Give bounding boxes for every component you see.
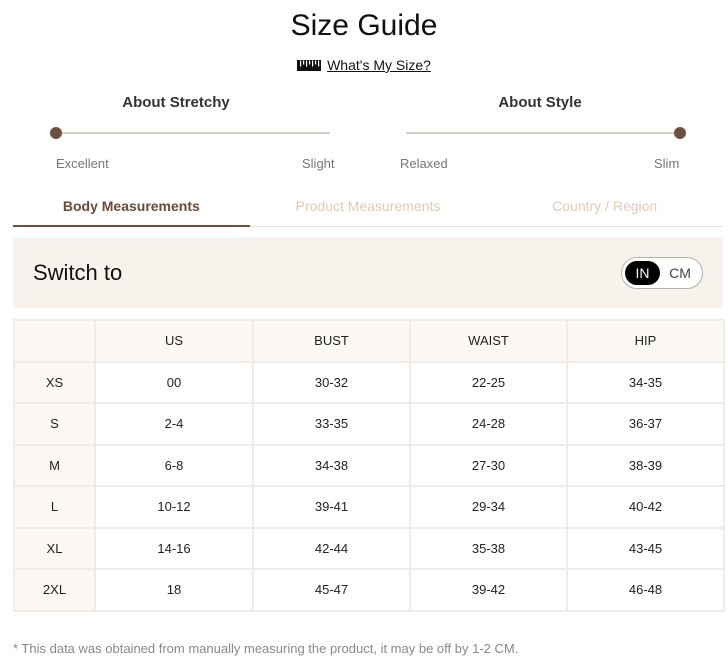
table-row: S 2-4 33-35 24-28 36-37 [13, 402, 725, 446]
header-cell [13, 319, 96, 363]
size-table: US BUST WAIST HIP XS 00 30-32 22-25 34-3… [13, 319, 725, 612]
table-cell: 00 [94, 360, 254, 404]
table-row: XS 00 30-32 22-25 34-35 [13, 360, 725, 404]
table-cell: 34-35 [566, 360, 725, 404]
header-cell: BUST [252, 319, 411, 363]
measurement-tabs: Body Measurements Product Measurements C… [13, 189, 723, 227]
switch-label: Switch to [33, 260, 123, 285]
tab-body-measurements[interactable]: Body Measurements [13, 189, 250, 227]
table-cell: 46-48 [566, 568, 725, 612]
table-cell: 14-16 [94, 526, 254, 570]
table-cell: 43-45 [566, 526, 725, 570]
header-cell: US [94, 319, 254, 363]
whats-my-size-row: What's My Size? [0, 57, 728, 73]
unit-toggle[interactable]: IN CM [621, 257, 703, 289]
table-cell: 10-12 [94, 485, 254, 529]
table-cell: 39-41 [252, 485, 411, 529]
style-track [406, 127, 686, 139]
table-cell: 38-39 [566, 443, 725, 487]
table-cell: 36-37 [566, 402, 725, 446]
unit-switch-bar: Switch to IN CM [13, 237, 723, 308]
size-cell: XL [13, 526, 96, 570]
size-cell: S [13, 402, 96, 446]
table-cell: 27-30 [409, 443, 568, 487]
table-cell: 30-32 [252, 360, 411, 404]
table-cell: 40-42 [566, 485, 725, 529]
size-cell: XS [13, 360, 96, 404]
size-cell: L [13, 485, 96, 529]
table-cell: 22-25 [409, 360, 568, 404]
table-cell: 39-42 [409, 568, 568, 612]
unit-option-cm[interactable]: CM [664, 261, 696, 285]
stretchy-title: About Stretchy [122, 94, 230, 111]
stretchy-track [50, 127, 330, 139]
style-title: About Style [498, 94, 582, 111]
size-cell: M [13, 443, 96, 487]
table-cell: 34-38 [252, 443, 411, 487]
table-cell: 42-44 [252, 526, 411, 570]
style-right-label: Slim [654, 156, 680, 171]
table-row: XL 14-16 42-44 35-38 43-45 [13, 526, 725, 570]
page-title: Size Guide [290, 9, 438, 42]
header-cell: HIP [566, 319, 725, 363]
whats-my-size-link[interactable]: What's My Size? [327, 57, 431, 73]
footnote: * This data was obtained from manually m… [13, 641, 519, 656]
table-header-row: US BUST WAIST HIP [13, 319, 725, 363]
tab-product-measurements[interactable]: Product Measurements [250, 189, 487, 226]
table-cell: 18 [94, 568, 254, 612]
table-cell: 35-38 [409, 526, 568, 570]
stretchy-left-label: Excellent [56, 156, 109, 171]
stretchy-indicator [50, 127, 62, 139]
table-cell: 6-8 [94, 443, 254, 487]
unit-option-in[interactable]: IN [625, 261, 660, 285]
style-indicator [674, 127, 686, 139]
size-cell: 2XL [13, 568, 96, 612]
tab-country-region[interactable]: Country / Region [486, 189, 723, 226]
table-row: L 10-12 39-41 29-34 40-42 [13, 485, 725, 529]
stretchy-right-label: Slight [302, 156, 335, 171]
style-left-label: Relaxed [400, 156, 448, 171]
table-cell: 33-35 [252, 402, 411, 446]
table-cell: 2-4 [94, 402, 254, 446]
header-cell: WAIST [409, 319, 568, 363]
table-row: M 6-8 34-38 27-30 38-39 [13, 443, 725, 487]
table-row: 2XL 18 45-47 39-42 46-48 [13, 568, 725, 612]
table-cell: 29-34 [409, 485, 568, 529]
table-cell: 45-47 [252, 568, 411, 612]
table-cell: 24-28 [409, 402, 568, 446]
ruler-icon [297, 59, 322, 71]
